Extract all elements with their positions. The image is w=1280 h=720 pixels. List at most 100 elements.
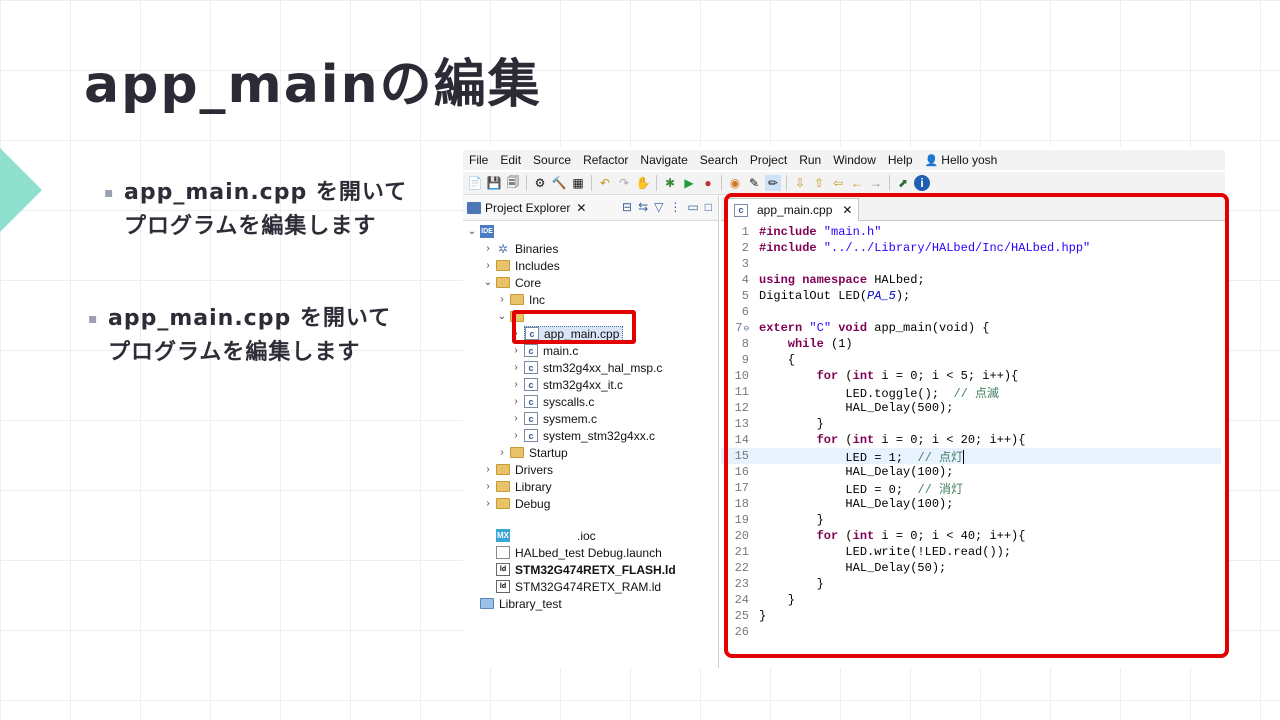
chevron-down-icon[interactable]: ⌄ [467, 226, 477, 237]
external-tools-icon[interactable]: ● [700, 175, 716, 191]
binaries-icon: ✲ [497, 241, 509, 256]
coverage-icon[interactable]: ◉ [727, 175, 743, 191]
menu-project[interactable]: Project [744, 153, 793, 167]
open-console-icon[interactable]: ⬈ [895, 175, 911, 191]
forward-arrow-icon[interactable]: → [868, 175, 884, 191]
hand-icon[interactable]: ✋ [635, 175, 651, 191]
chevron-right-icon[interactable]: › [511, 345, 521, 356]
menu-run[interactable]: Run [793, 153, 827, 167]
tree-item-sysmem[interactable]: › c sysmem.c [511, 410, 597, 427]
tree-item-debug[interactable]: › Debug [483, 495, 550, 512]
tree-item-label: syscalls.c [543, 394, 595, 409]
chevron-right-icon[interactable]: › [511, 396, 521, 407]
bullet-2-line-1: app_main.cpp を開いて [108, 306, 392, 331]
folder-icon [510, 294, 524, 305]
tree-item-label: Includes [515, 258, 560, 273]
chevron-down-icon[interactable]: ⌄ [483, 277, 493, 288]
chevron-down-icon[interactable]: ⌄ [497, 311, 507, 322]
project-explorer-close-icon[interactable]: ✕ [576, 201, 586, 215]
folder-icon [496, 277, 510, 288]
undo-icon[interactable]: ↶ [597, 175, 613, 191]
maximize-icon[interactable]: □ [705, 200, 712, 214]
run-icon[interactable]: ▶ [681, 175, 697, 191]
redo-icon[interactable]: ↷ [616, 175, 632, 191]
chevron-right-icon[interactable]: › [483, 260, 493, 271]
save-icon[interactable]: 💾 [486, 175, 502, 191]
build-hammer-icon[interactable]: 🔨 [551, 175, 567, 191]
chevron-right-icon[interactable]: › [511, 379, 521, 390]
chevron-right-icon[interactable]: › [511, 413, 521, 424]
tree-item-library[interactable]: › Library [483, 478, 551, 495]
project-explorer-title[interactable]: Project Explorer [485, 201, 570, 215]
open-perspective-icon[interactable]: ✎ [746, 175, 762, 191]
folder-icon [496, 464, 510, 475]
tree-item-label: stm32g4xx_hal_msp.c [543, 360, 663, 375]
user-name: Hello yosh [941, 153, 998, 167]
minimize-icon[interactable]: ▭ [687, 200, 698, 214]
settings-gear-icon[interactable]: ⚙ [532, 175, 548, 191]
filter-icon[interactable]: ▽ [654, 200, 663, 214]
chevron-right-icon[interactable]: › [497, 294, 507, 305]
tree-item-label: sysmem.c [543, 411, 597, 426]
tree-item-project[interactable]: ⌄ IDE [467, 223, 499, 240]
tree-item-binaries[interactable]: › ✲ Binaries [483, 240, 558, 257]
chevron-right-icon[interactable]: › [483, 481, 493, 492]
back-arrow-icon[interactable]: ← [849, 175, 865, 191]
tree-item-it[interactable]: › c stm32g4xx_it.c [511, 376, 623, 393]
user-menu[interactable]: 👤 Hello yosh [919, 153, 1004, 167]
new-file-icon[interactable]: 📄 [467, 175, 483, 191]
c-file-icon: c [524, 378, 538, 391]
info-icon[interactable]: i [914, 175, 930, 191]
save-all-icon[interactable]: 🗐 [505, 175, 521, 191]
tree-item-ram-ld[interactable]: ld STM32G474RETX_RAM.ld [496, 578, 661, 595]
highlight-file-box [512, 310, 636, 344]
project-icon: IDE [480, 225, 494, 238]
menu-help[interactable]: Help [882, 153, 919, 167]
tree-item-includes[interactable]: › Includes [483, 257, 560, 274]
menu-navigate[interactable]: Navigate [634, 153, 693, 167]
chevron-right-icon[interactable]: › [483, 498, 493, 509]
tree-item-launch[interactable]: HALbed_test Debug.launch [496, 544, 662, 561]
menu-search[interactable]: Search [694, 153, 744, 167]
last-edit-icon[interactable]: ⇦ [830, 175, 846, 191]
tree-item-hal-msp[interactable]: › c stm32g4xx_hal_msp.c [511, 359, 662, 376]
toolbar-separator [721, 175, 722, 191]
tree-item-startup[interactable]: › Startup [497, 444, 567, 461]
next-annotation-icon[interactable]: ⇩ [792, 175, 808, 191]
view-menu-icon[interactable]: ⋮ [669, 200, 681, 214]
tree-item-system[interactable]: › c system_stm32g4xx.c [511, 427, 655, 444]
tree-item-ioc[interactable]: MX .ioc [496, 527, 596, 544]
tree-item-syscalls[interactable]: › c syscalls.c [511, 393, 594, 410]
chevron-right-icon[interactable]: › [483, 243, 493, 254]
prev-annotation-icon[interactable]: ⇧ [811, 175, 827, 191]
build-config-icon[interactable]: ▦ [570, 175, 586, 191]
chevron-right-icon[interactable]: › [511, 430, 521, 441]
menu-window[interactable]: Window [827, 153, 882, 167]
tree-item-main-c[interactable]: › c main.c [511, 342, 578, 359]
tree-item-label: Drivers [515, 462, 553, 477]
tree-item-drivers[interactable]: › Drivers [483, 461, 553, 478]
project-explorer-icon [467, 202, 481, 214]
tree-item-label: Binaries [515, 241, 559, 256]
debug-bug-icon[interactable]: ✱ [662, 175, 678, 191]
highlight-pen-icon[interactable]: ✏ [765, 175, 781, 191]
tree-item-inc[interactable]: › Inc [497, 291, 545, 308]
link-editor-icon[interactable]: ⇆ [638, 200, 648, 214]
collapse-all-icon[interactable]: ⊟ [622, 200, 632, 214]
chevron-right-icon[interactable]: › [511, 362, 521, 373]
menu-edit[interactable]: Edit [494, 153, 527, 167]
chevron-right-icon[interactable]: › [483, 464, 493, 475]
tree-item-label: stm32g4xx_it.c [543, 377, 624, 392]
bullet-2-line-2: プログラムを編集します [108, 340, 361, 365]
toolbar-separator [526, 175, 527, 191]
menu-refactor[interactable]: Refactor [577, 153, 634, 167]
project-folder-icon [480, 598, 494, 609]
project-explorer-tools: ⊟ ⇆ ▽ ⋮ ▭ □ [622, 200, 712, 214]
chevron-right-icon[interactable]: › [497, 447, 507, 458]
tree-item-library-test[interactable]: Library_test [480, 595, 562, 612]
tree-item-core[interactable]: ⌄ Core [483, 274, 541, 291]
tree-item-flash-ld[interactable]: ld STM32G474RETX_FLASH.ld [496, 561, 676, 578]
menu-bar: File Edit Source Refactor Navigate Searc… [463, 150, 1225, 170]
menu-source[interactable]: Source [527, 153, 577, 167]
menu-file[interactable]: File [463, 153, 494, 167]
